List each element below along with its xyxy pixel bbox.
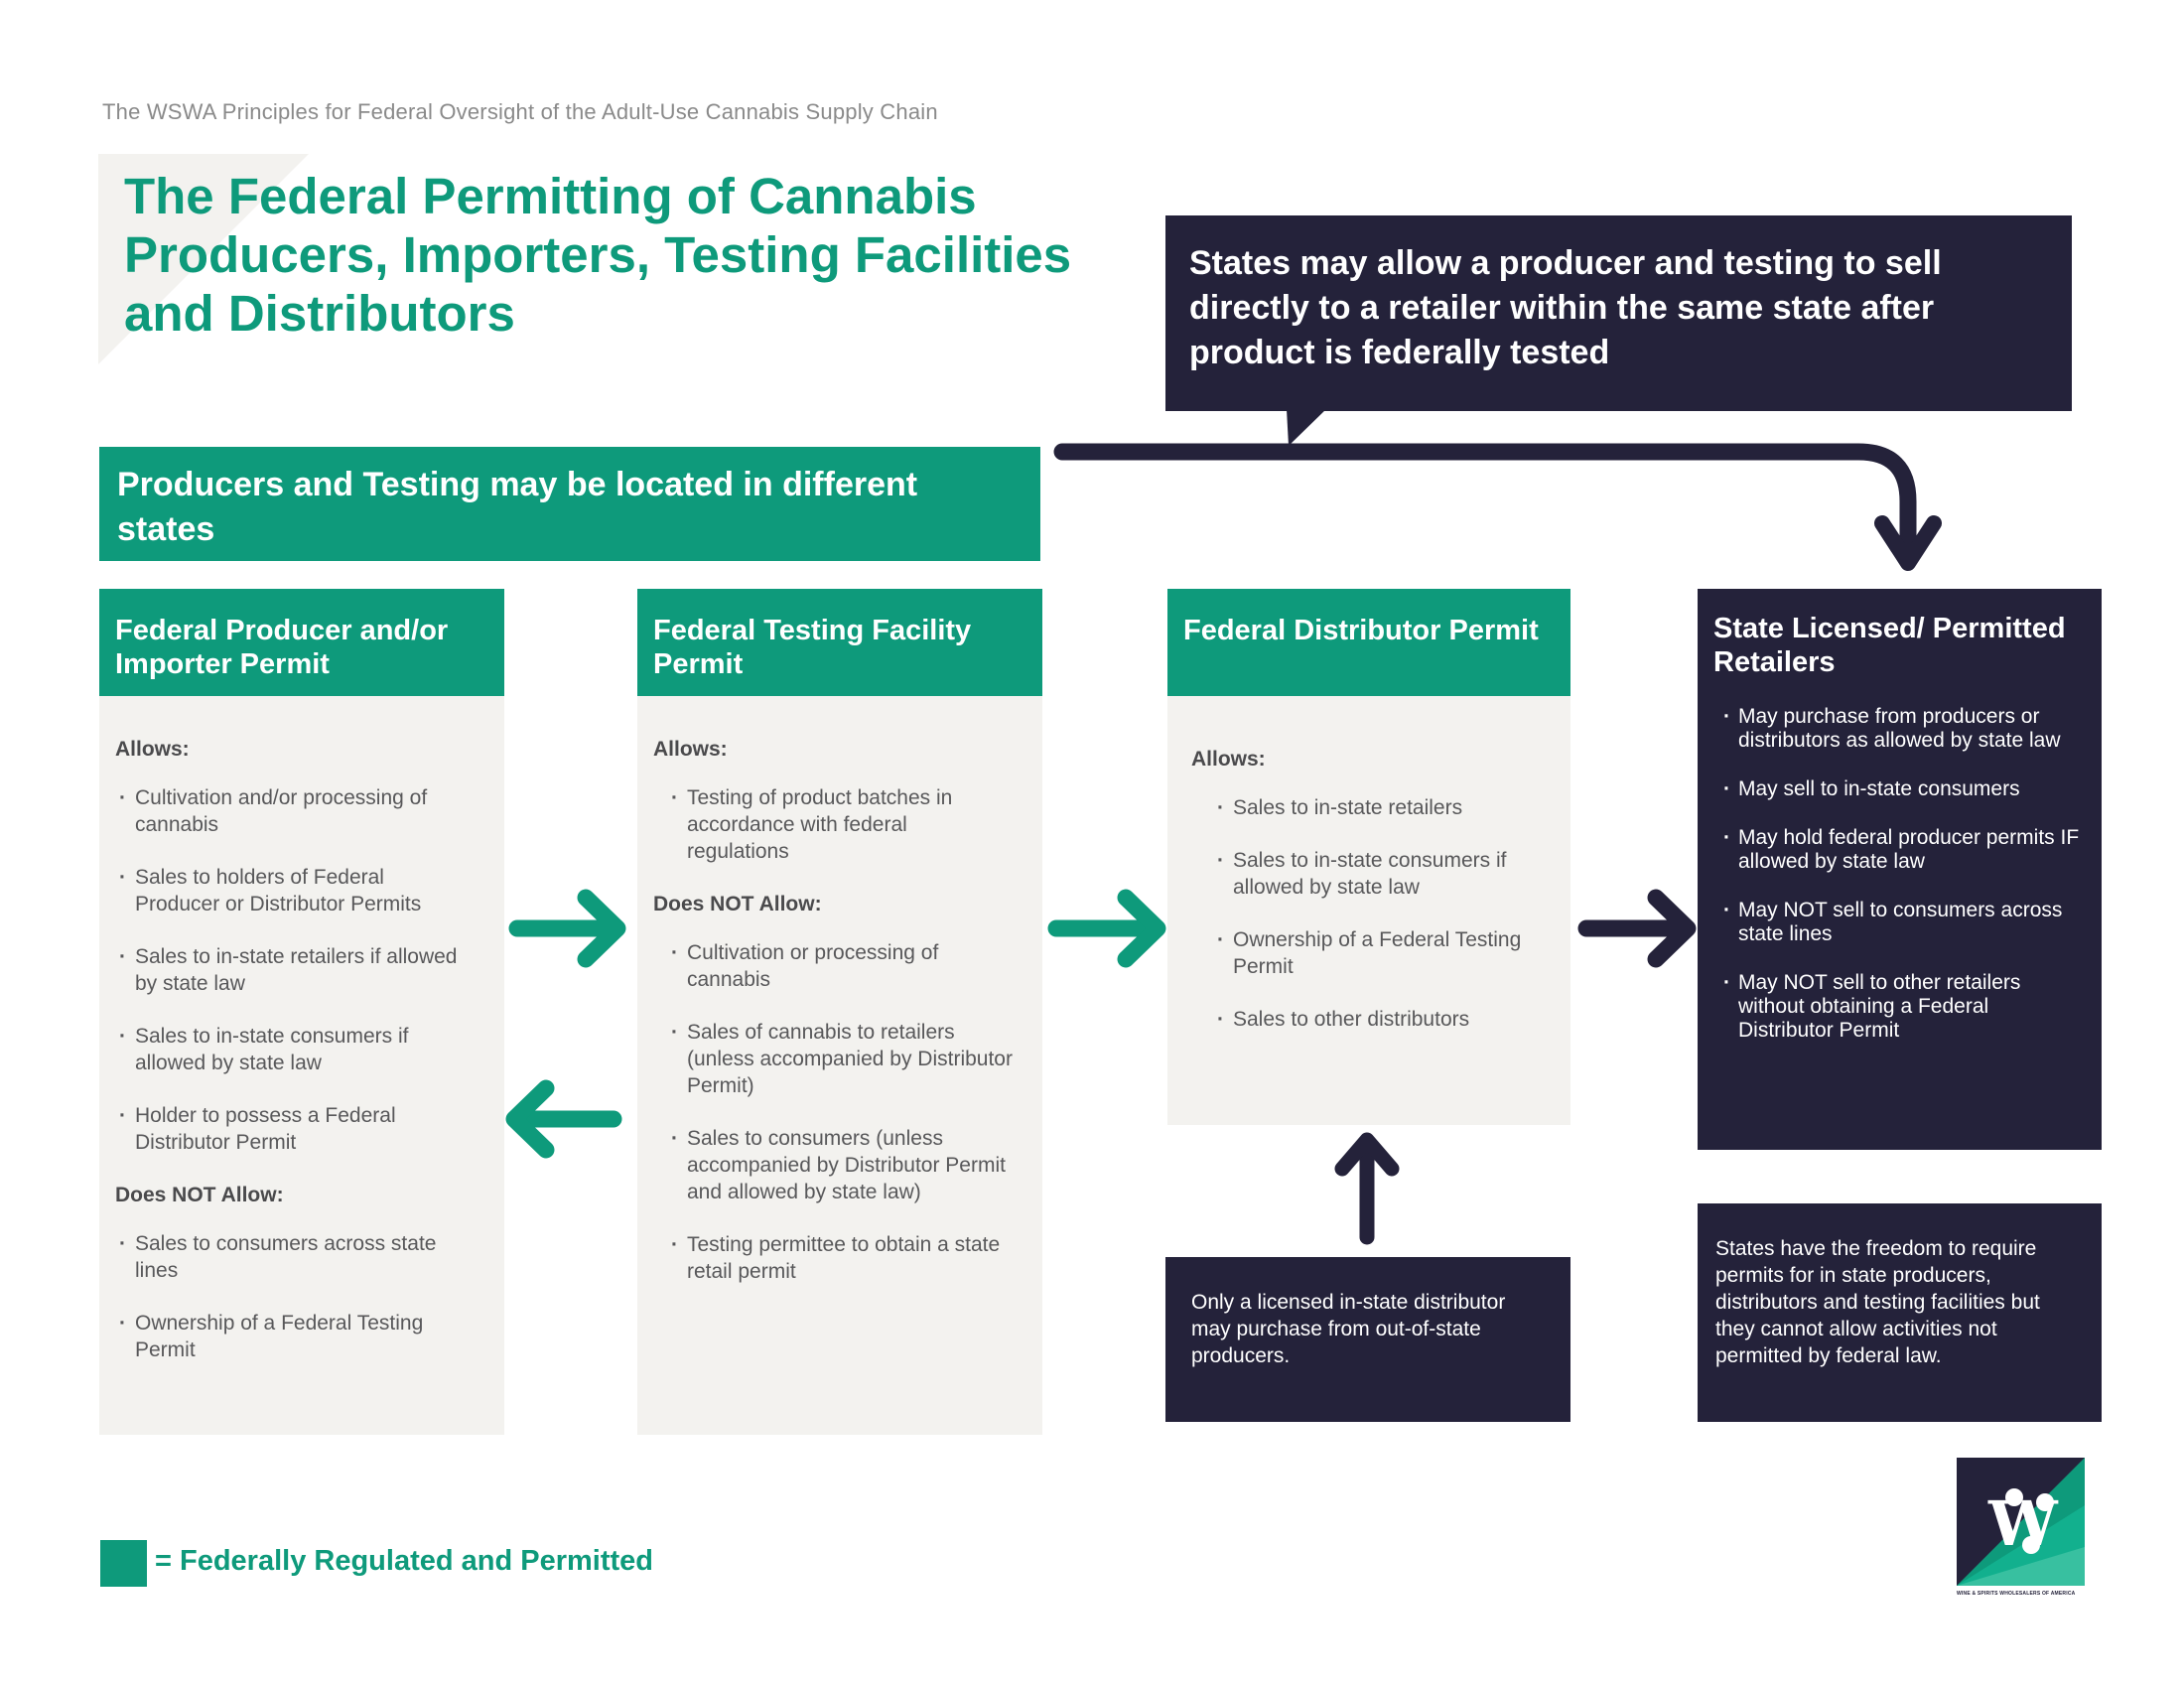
- legend-green-swatch: [100, 1540, 147, 1587]
- up-arrow-icon: [1334, 1132, 1400, 1245]
- right-arrow-icon: [1047, 889, 1166, 968]
- legend-label: = Federally Regulated and Permitted: [155, 1545, 654, 1577]
- direct-sale-connector: [1053, 443, 1917, 550]
- callout-tail: [1287, 409, 1326, 446]
- logo-caption: WINE & SPIRITS WHOLESALERS OF AMERICA: [1957, 1591, 2076, 1597]
- right-arrow-icon: [508, 889, 626, 968]
- right-arrow-icon: [1577, 889, 1697, 968]
- flow-connectors: [505, 409, 1942, 1245]
- left-arrow-icon: [505, 1079, 622, 1159]
- wswa-logo: W: [1957, 1458, 2085, 1586]
